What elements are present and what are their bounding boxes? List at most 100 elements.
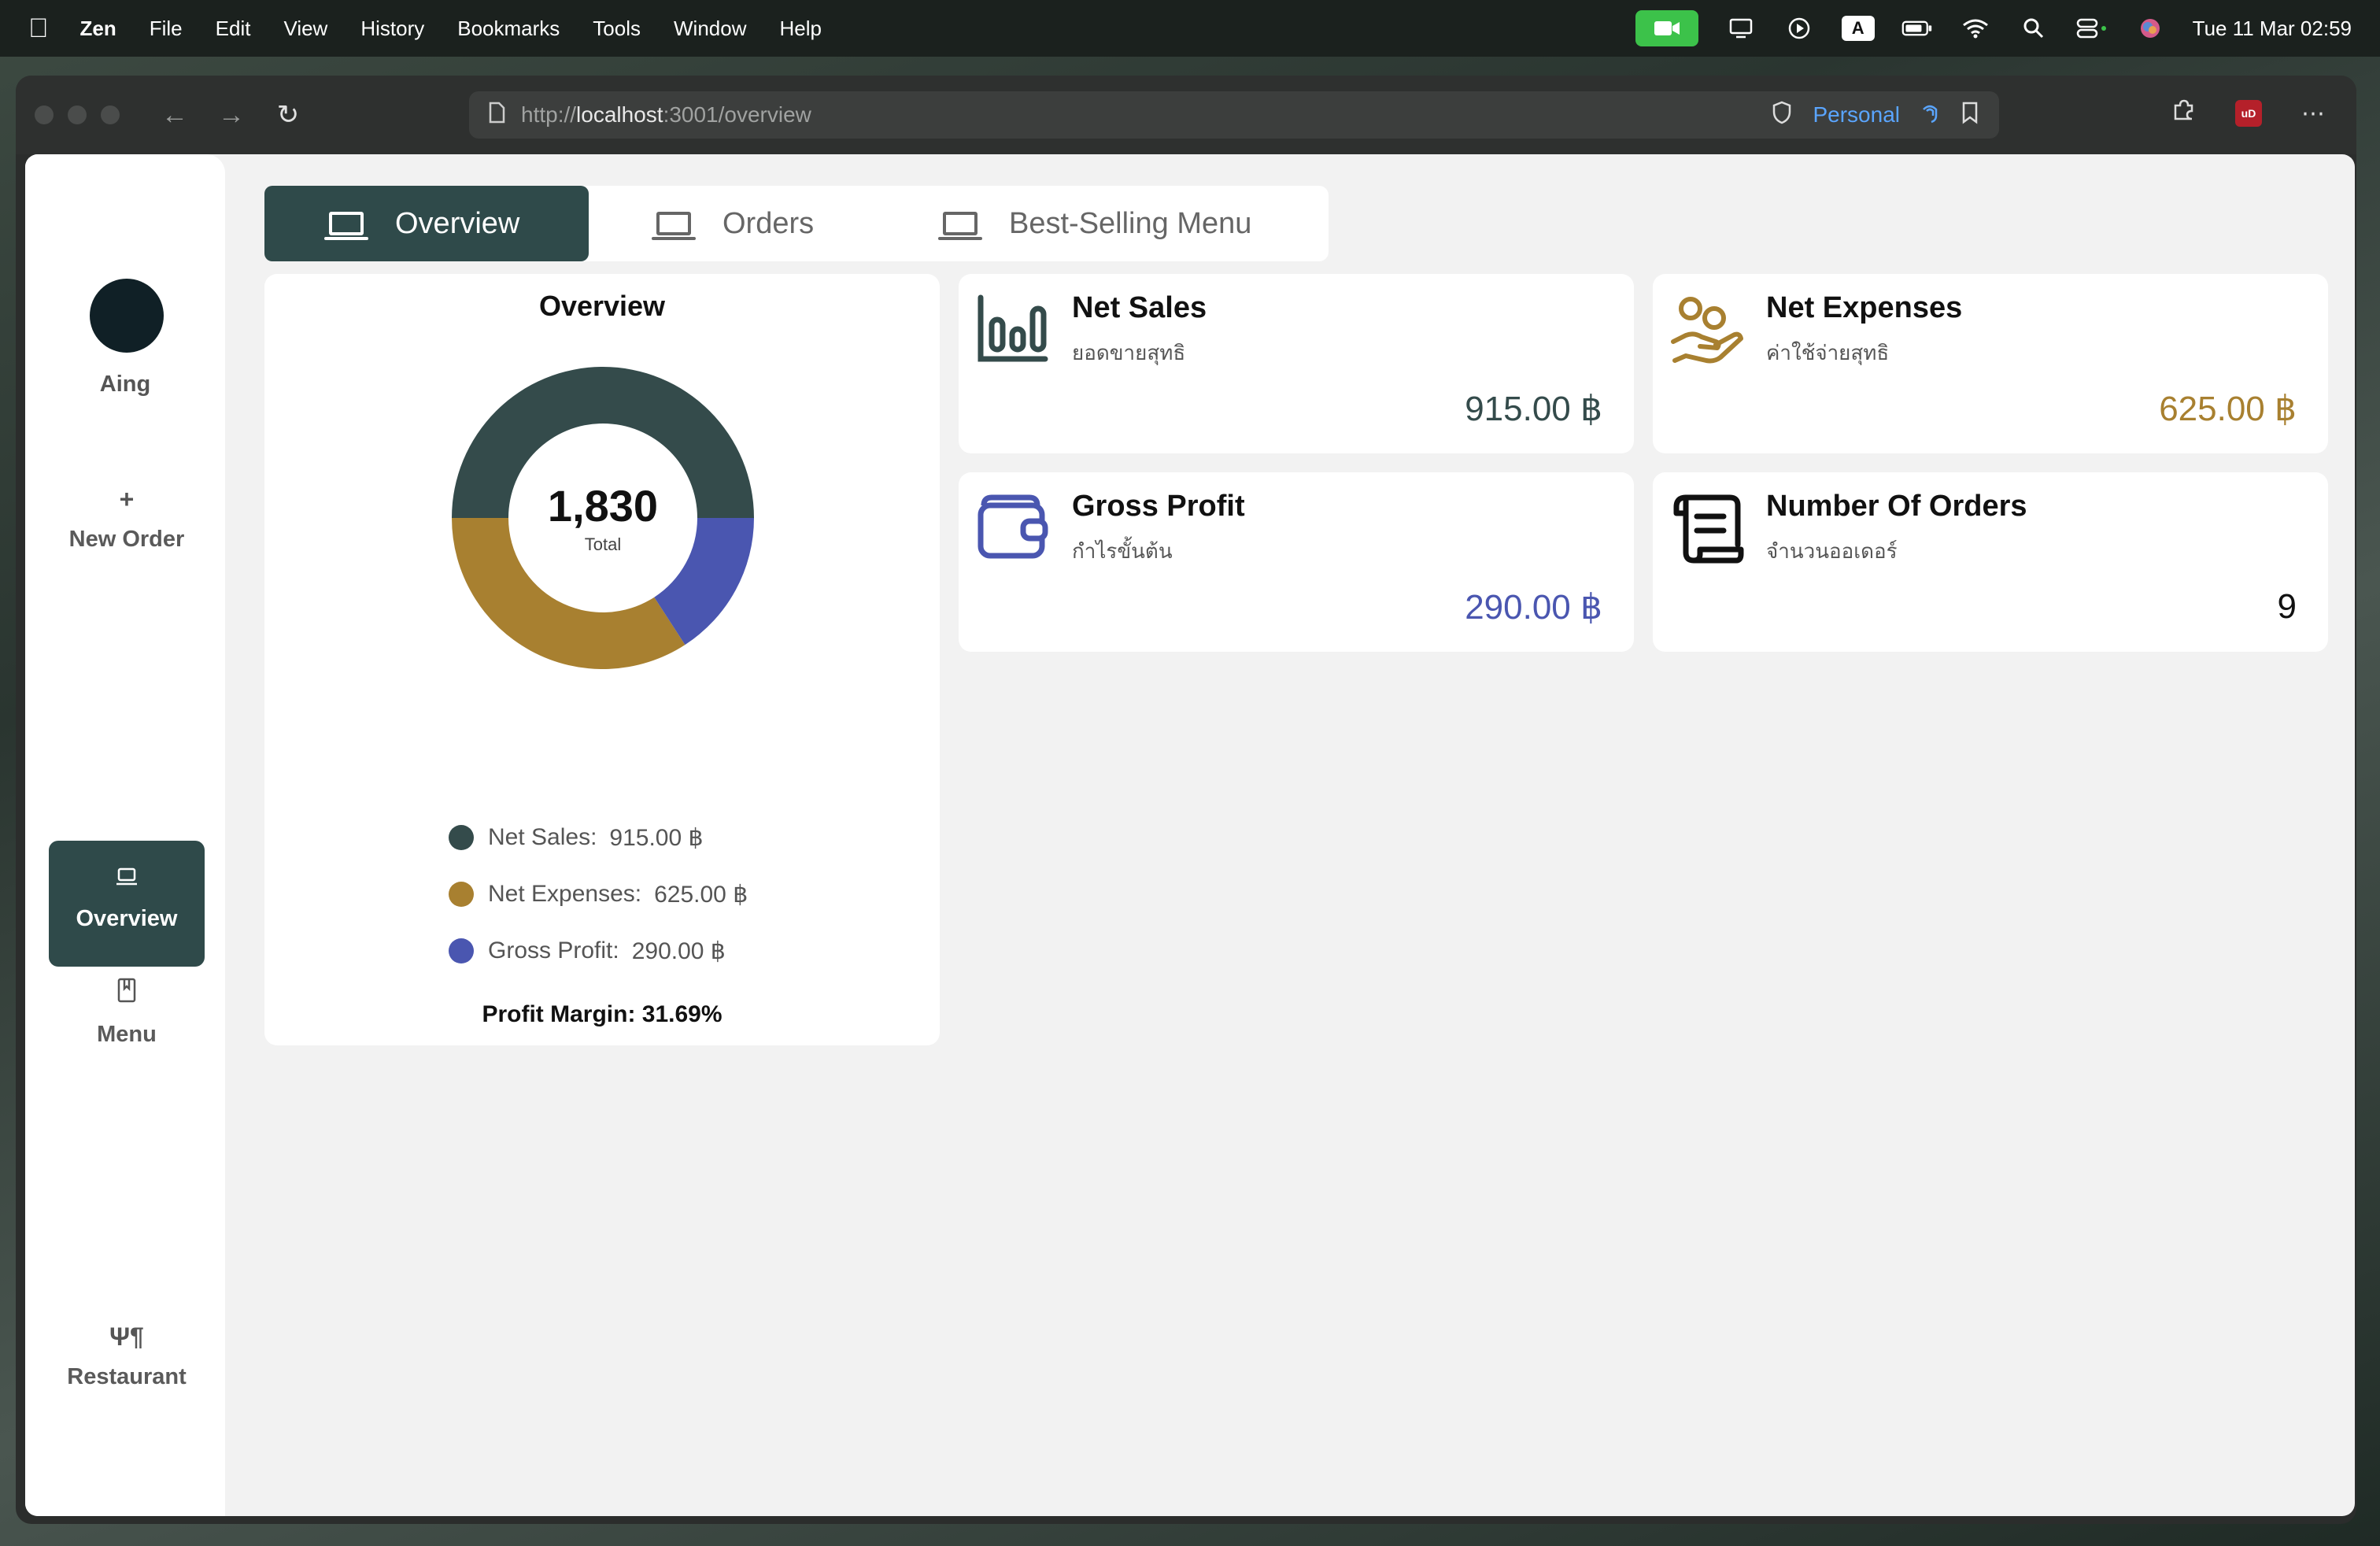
tab-overview[interactable]: Overview — [264, 186, 589, 261]
profile-label[interactable]: Personal — [1813, 102, 1900, 128]
close-window-button[interactable] — [35, 105, 54, 124]
fingerprint-icon[interactable] — [1920, 102, 1939, 129]
stat-value: 625.00 ฿ — [2159, 390, 2297, 428]
ublock-icon[interactable]: uD — [2235, 100, 2262, 127]
macos-menubar:  Zen File Edit View History Bookmarks T… — [0, 0, 2380, 57]
control-center-icon[interactable] — [2076, 17, 2108, 40]
tab-orders[interactable]: Orders — [589, 186, 904, 261]
spotlight-search-icon[interactable] — [2018, 17, 2049, 40]
legend-label: Gross Profit: — [488, 938, 619, 963]
url-bar-actions: Personal — [1772, 101, 1980, 130]
tab-label: Orders — [722, 206, 815, 240]
stat-title: Gross Profit — [1072, 490, 1245, 523]
zoom-window-button[interactable] — [101, 105, 120, 124]
legend-label: Net Sales: — [488, 824, 597, 850]
browser-window: ← → ↻ http://localhost:3001/overview Per… — [16, 76, 2356, 1524]
stat-title: Net Sales — [1072, 291, 1207, 324]
wallet-icon — [978, 494, 1048, 559]
menu-app-name[interactable]: Zen — [80, 17, 116, 41]
sidebar-item-label: New Order — [68, 527, 185, 552]
donut-total: 1,830 — [547, 481, 659, 531]
url-bar[interactable]: http://localhost:3001/overview Personal — [469, 91, 1999, 139]
stat-value: 9 — [2277, 587, 2297, 626]
profit-margin: Profit Margin: 31.69% — [482, 1001, 722, 1027]
forward-arrow-icon[interactable]: → — [208, 100, 255, 131]
menu-history[interactable]: History — [360, 17, 424, 41]
laptop-icon — [49, 864, 205, 893]
menu-help[interactable]: Help — [779, 17, 821, 41]
tab-label: Best-Selling Menu — [1009, 206, 1252, 240]
net-sales-card[interactable]: Net Sales ยอดขายสุทธิ 915.00 ฿ — [959, 274, 1634, 453]
input-source-icon[interactable]: A — [1841, 16, 1875, 41]
window-controls — [35, 105, 120, 124]
sidebar-item-label: Restaurant — [67, 1364, 187, 1389]
extensions-icon[interactable] — [2171, 98, 2196, 129]
bar-chart-icon — [978, 294, 1048, 362]
laptop-icon — [324, 212, 368, 240]
stat-subtitle: ค่าใช้จ่ายสุทธิ — [1766, 341, 1890, 364]
donut-total-label: Total — [584, 534, 622, 554]
tab-bar: Overview Orders Best-Selling Menu — [264, 186, 1329, 261]
stat-value: 290.00 ฿ — [1465, 588, 1602, 627]
menu-view[interactable]: View — [283, 17, 327, 41]
page-icon — [488, 102, 505, 129]
legend-item[interactable]: Net Expenses: 625.00 ฿ — [449, 866, 748, 923]
reload-icon[interactable]: ↻ — [264, 99, 312, 131]
wifi-icon[interactable] — [1960, 17, 1991, 40]
stat-value: 915.00 ฿ — [1465, 390, 1602, 428]
more-options-icon[interactable]: ⋯ — [2301, 100, 2325, 128]
legend-swatch — [449, 882, 474, 907]
legend-item[interactable]: Gross Profit: 290.00 ฿ — [449, 923, 748, 979]
sidebar: Aing + New Order Overview Menu Ψ¶ Restau… — [25, 154, 225, 1516]
donut-center: 1,830 Total — [452, 480, 754, 555]
avatar[interactable] — [90, 279, 164, 353]
overview-card: Overview 1,830 Total Net Sales: 915.00 ฿… — [264, 274, 940, 1045]
stat-subtitle: ยอดขายสุทธิ — [1072, 341, 1186, 364]
clock[interactable]: Tue 11 Mar 02:59 — [2193, 17, 2352, 41]
sidebar-item-label: Overview — [76, 906, 178, 931]
camera-icon[interactable] — [1635, 10, 1698, 46]
minimize-window-button[interactable] — [68, 105, 87, 124]
shield-icon[interactable] — [1772, 101, 1792, 130]
sidebar-item-label: Menu — [97, 1022, 157, 1047]
main-content: Overview Orders Best-Selling Menu Overvi… — [225, 154, 2355, 1516]
url-path: :3001/overview — [663, 102, 811, 127]
menu-edit[interactable]: Edit — [216, 17, 251, 41]
browser-extensions: uD ⋯ — [2171, 98, 2325, 129]
sidebar-item-menu[interactable]: Menu — [49, 978, 205, 1048]
screen-mirror-icon[interactable] — [1725, 17, 1757, 40]
siri-icon[interactable] — [2134, 17, 2166, 40]
gross-profit-card[interactable]: Gross Profit กำไรขั้นต้น 290.00 ฿ — [959, 472, 1634, 652]
legend-item[interactable]: Net Sales: 915.00 ฿ — [449, 809, 748, 866]
stat-title: Net Expenses — [1766, 291, 1963, 324]
battery-icon[interactable] — [1901, 17, 1933, 40]
stat-subtitle: จำนวนออเดอร์ — [1766, 539, 1898, 563]
apple-icon[interactable]:  — [28, 13, 49, 44]
legend-swatch — [449, 825, 474, 850]
menu-book-icon — [49, 978, 205, 1009]
menu-window[interactable]: Window — [674, 17, 746, 41]
menu-file[interactable]: File — [150, 17, 183, 41]
tab-best-selling-menu[interactable]: Best-Selling Menu — [904, 186, 1329, 261]
number-of-orders-card[interactable]: Number Of Orders จำนวนออเดอร์ 9 — [1653, 472, 2328, 652]
back-arrow-icon[interactable]: ← — [151, 100, 198, 131]
url-host: localhost — [576, 102, 663, 127]
user-name: Aing — [99, 372, 151, 397]
legend-value: 290.00 ฿ — [631, 938, 726, 964]
net-expenses-card[interactable]: Net Expenses ค่าใช้จ่ายสุทธิ 625.00 ฿ — [1653, 274, 2328, 453]
app-content: Aing + New Order Overview Menu Ψ¶ Restau… — [25, 154, 2355, 1516]
plus-icon: + — [119, 485, 135, 513]
legend-value: 625.00 ฿ — [654, 881, 748, 908]
sidebar-item-restaurant[interactable]: Ψ¶ Restaurant — [49, 1322, 205, 1390]
laptop-icon — [938, 212, 982, 240]
utensils-icon: Ψ¶ — [109, 1322, 144, 1351]
play-icon[interactable] — [1783, 17, 1815, 40]
bookmark-icon[interactable] — [1960, 101, 1980, 130]
menu-tools[interactable]: Tools — [593, 17, 641, 41]
sidebar-item-overview[interactable]: Overview — [49, 841, 205, 967]
sidebar-item-new-order[interactable]: + New Order — [49, 485, 205, 553]
menu-bookmarks[interactable]: Bookmarks — [457, 17, 560, 41]
status-area: A Tue 11 Mar 02:59 — [1635, 10, 2352, 46]
legend-swatch — [449, 938, 474, 963]
legend-label: Net Expenses: — [488, 881, 642, 907]
